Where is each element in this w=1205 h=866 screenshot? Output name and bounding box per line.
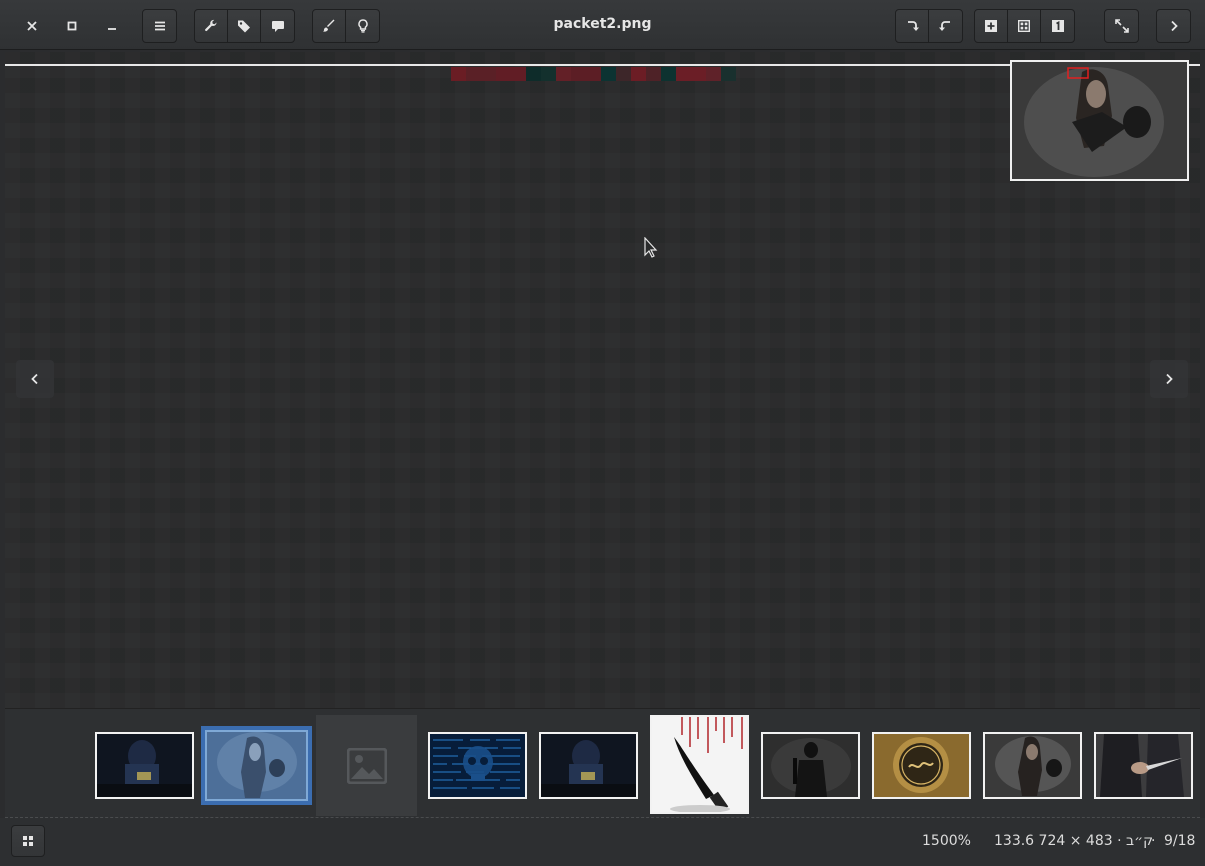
header-next-button[interactable]: [1157, 10, 1190, 42]
thumbnail-image: [97, 734, 192, 797]
edit-button-group: [312, 9, 380, 43]
fullscreen-icon: [1114, 19, 1129, 33]
image-position: 9/18: [1164, 833, 1196, 849]
thumbnail-golden-seal[interactable]: [872, 732, 971, 799]
header-bar: packet2.png: [0, 0, 1205, 50]
wrench-icon: [205, 19, 217, 32]
thumbnail-hacker-coins-2[interactable]: [539, 732, 638, 799]
rotate-button-group: [895, 9, 963, 43]
grid-icon: [23, 836, 33, 846]
zoomed-pixel-strip: [451, 67, 736, 81]
chevron-left-icon: [31, 373, 38, 385]
thumbnail-image: [1096, 734, 1191, 797]
mouse-cursor-icon: [644, 237, 658, 258]
tags-button[interactable]: [228, 10, 261, 42]
brush-icon: [323, 19, 335, 32]
edit-button[interactable]: [313, 10, 346, 42]
rotate-right-icon: [908, 21, 919, 31]
maximize-button[interactable]: [55, 9, 89, 43]
comment-button[interactable]: [261, 10, 294, 42]
viewer-next-button[interactable]: [1150, 360, 1188, 398]
maximize-icon: [67, 21, 77, 31]
next-button-group: [1156, 9, 1191, 43]
thumbnail-image: [430, 734, 525, 797]
tools-button-group: [194, 9, 295, 43]
navigator-minimap[interactable]: [1010, 60, 1189, 181]
thumbnail-strip: [5, 708, 1200, 818]
close-button[interactable]: [15, 9, 49, 43]
viewer-prev-button[interactable]: [16, 360, 54, 398]
zoom-in-icon: [985, 20, 997, 32]
tools-button[interactable]: [195, 10, 228, 42]
info-separator: ·: [1151, 833, 1156, 849]
close-icon: [27, 21, 37, 31]
original-size-icon: [1051, 20, 1064, 32]
thumbnail-image: [652, 717, 747, 812]
thumbnail-image: [207, 732, 306, 799]
lightbulb-icon: [357, 19, 368, 33]
original-size-button[interactable]: [1041, 10, 1074, 42]
thumbnail-image: [874, 734, 969, 797]
rotate-right-button[interactable]: [896, 10, 929, 42]
image-viewer[interactable]: [5, 52, 1200, 708]
thumbnail-hand-knife[interactable]: [1094, 732, 1193, 799]
thumbnail-masked-rifle[interactable]: [761, 732, 860, 799]
zoom-in-button[interactable]: [975, 10, 1008, 42]
zoom-level: 1500%: [922, 833, 971, 849]
menu-button-group: [142, 9, 177, 43]
thumbnail-placeholder[interactable]: [316, 715, 417, 816]
rotate-left-button[interactable]: [929, 10, 962, 42]
thumbnail-image: [541, 734, 636, 797]
rotate-left-icon: [938, 21, 950, 31]
image-info: 133.6 ק״ב · 483 × 724: [994, 833, 1154, 849]
menu-button[interactable]: [143, 10, 176, 42]
minimap-image: [1012, 62, 1187, 179]
thumbnail-image: [985, 734, 1080, 797]
fullscreen-button[interactable]: [1105, 10, 1138, 42]
minimize-button[interactable]: [95, 9, 129, 43]
thumbnail-skull-code[interactable]: [428, 732, 527, 799]
hamburger-menu-icon: [154, 21, 165, 31]
enhance-button[interactable]: [346, 10, 379, 42]
fit-grid-icon: [1018, 20, 1030, 32]
image-placeholder-icon: [346, 747, 387, 784]
fullscreen-button-group: [1104, 9, 1139, 43]
minimize-icon: [108, 28, 116, 30]
thumbnail-image: [763, 734, 858, 797]
chevron-right-icon: [1170, 20, 1178, 32]
thumbnail-hacker-coins[interactable]: [95, 732, 194, 799]
comment-icon: [271, 21, 284, 32]
gallery-button[interactable]: [11, 825, 45, 857]
thumbnail-woman-gun[interactable]: [205, 730, 308, 801]
status-bar: 1500% 133.6 ק״ב · 483 × 724 · 9/18: [0, 818, 1205, 866]
thumbnail-woman-gun-2[interactable]: [983, 732, 1082, 799]
zoom-button-group: [974, 9, 1075, 43]
tag-icon: [238, 20, 250, 33]
chevron-right-icon: [1166, 373, 1173, 385]
thumbnail-bloody-knife[interactable]: [650, 715, 749, 814]
best-fit-button[interactable]: [1008, 10, 1041, 42]
